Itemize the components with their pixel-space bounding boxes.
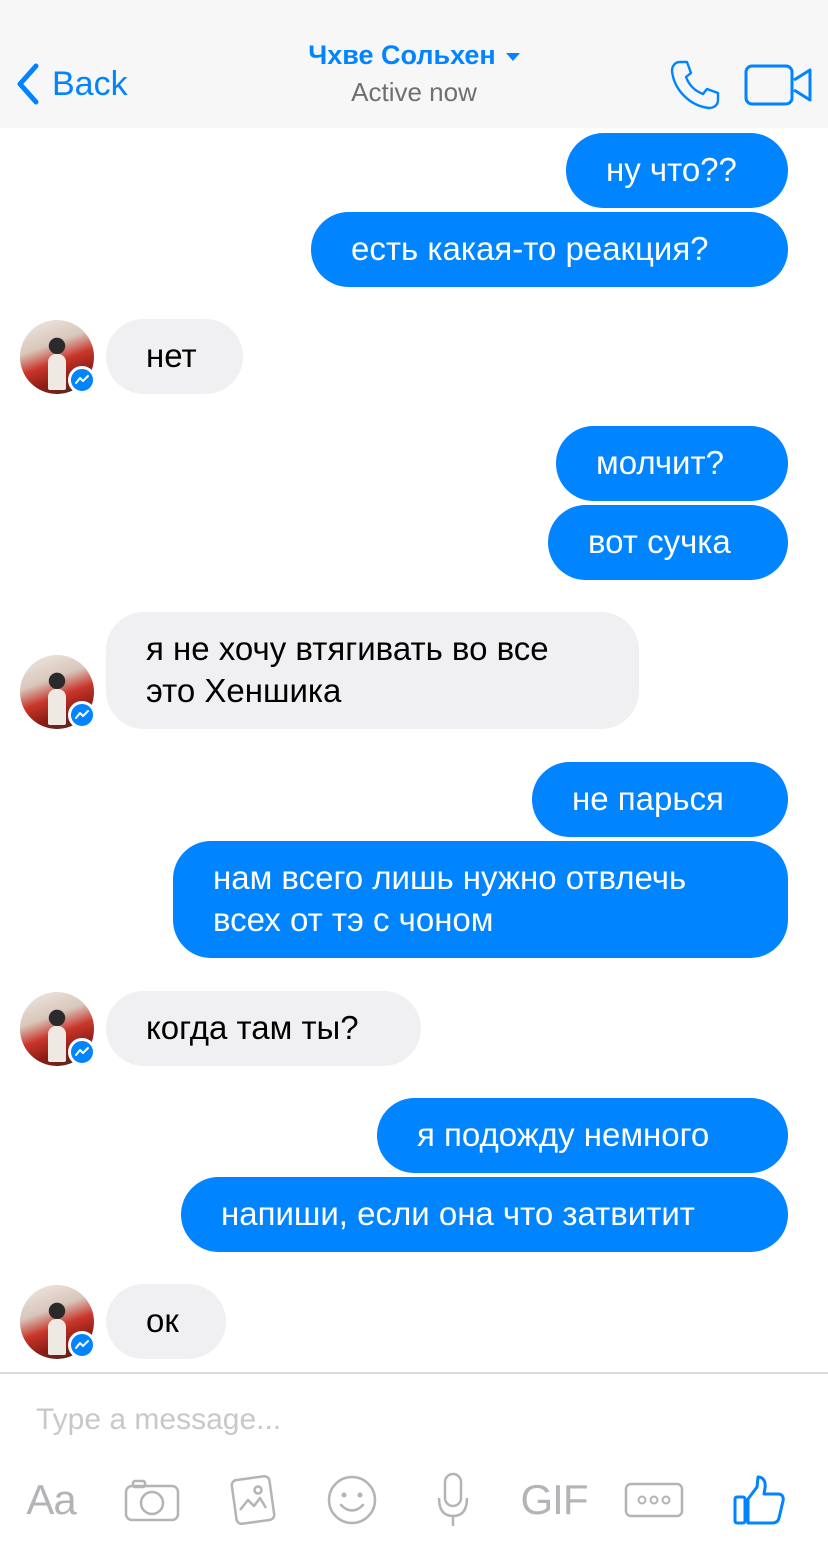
gallery-icon [230, 1474, 276, 1526]
call-button[interactable] [668, 58, 722, 112]
message-text-line: напиши, если она что затвитит [221, 1195, 695, 1232]
message-text-line: не парься [572, 780, 724, 817]
emoji-button[interactable] [326, 1470, 378, 1530]
outgoing-message[interactable]: не парься [532, 762, 788, 837]
messenger-badge-icon [68, 366, 96, 394]
messenger-badge-icon [68, 701, 96, 729]
incoming-message[interactable]: я не хочу втягивать во все это Хеншика [106, 612, 639, 729]
like-button[interactable] [732, 1470, 786, 1530]
message-text-line: нет [146, 337, 197, 374]
video-camera-icon [744, 64, 812, 106]
contact-avatar[interactable] [20, 655, 96, 729]
outgoing-message[interactable]: напиши, если она что затвитит [181, 1177, 788, 1252]
camera-icon [124, 1479, 180, 1522]
gif-button[interactable]: GIF [518, 1470, 590, 1530]
video-call-button[interactable] [744, 64, 814, 106]
phone-icon [670, 60, 720, 110]
active-status: Active now [351, 77, 477, 107]
caret-down-icon [505, 52, 520, 61]
more-button[interactable] [624, 1470, 684, 1530]
microphone-button[interactable] [436, 1470, 470, 1530]
incoming-message[interactable]: нет [106, 319, 243, 394]
incoming-message[interactable]: ок [106, 1284, 226, 1359]
message-input[interactable] [36, 1398, 796, 1442]
message-text-line: вот сучка [588, 523, 731, 560]
composer-divider [0, 1372, 828, 1374]
message-text-line: ок [146, 1302, 179, 1339]
message-text-line: когда там ты? [146, 1009, 359, 1046]
message-text-line: это Хеншика [146, 672, 342, 709]
outgoing-message[interactable]: молчит? [556, 426, 788, 501]
emoji-icon [327, 1475, 377, 1525]
messenger-badge-icon [68, 1038, 96, 1066]
back-label: Back [52, 64, 128, 103]
contact-avatar[interactable] [20, 320, 96, 394]
incoming-message[interactable]: когда там ты? [106, 991, 421, 1066]
microphone-icon [437, 1472, 469, 1526]
message-text-line: я подожду немного [417, 1116, 710, 1153]
outgoing-message[interactable]: есть какая-то реакция? [311, 212, 788, 287]
contact-avatar[interactable] [20, 1285, 96, 1359]
message-text-line: я не хочу втягивать во все [146, 630, 549, 667]
camera-button[interactable] [124, 1470, 180, 1530]
conversation-header: Back Чхве Сольхен Active now [0, 0, 828, 128]
outgoing-message[interactable]: нам всего лишь нужно отвлечь всех от тэ с… [173, 841, 788, 958]
thumbs-up-icon [733, 1475, 785, 1525]
outgoing-message[interactable]: ну что?? [566, 133, 788, 208]
outgoing-message[interactable]: я подожду немного [377, 1098, 788, 1173]
chevron-left-icon [17, 63, 39, 105]
message-text-line: есть какая-то реакция? [351, 230, 709, 267]
message-text-line: нам всего лишь нужно отвлечь [213, 859, 687, 896]
message-text-line: всех от тэ с чоном [213, 901, 494, 938]
gif-icon: GIF [520, 1476, 589, 1523]
gallery-button[interactable] [226, 1470, 278, 1530]
contact-name: Чхве Сольхен [308, 40, 496, 70]
text-format-button[interactable]: Aa [22, 1470, 80, 1530]
message-text-line: ну что?? [606, 151, 737, 188]
outgoing-message[interactable]: вот сучка [548, 505, 788, 580]
text-format-icon: Aa [26, 1476, 76, 1523]
more-icon [624, 1482, 684, 1518]
conversation-title-area[interactable]: Чхве Сольхен Active now [214, 40, 614, 108]
messenger-badge-icon [68, 1331, 96, 1359]
message-text-line: молчит? [596, 444, 724, 481]
back-button[interactable]: Back [14, 60, 128, 108]
contact-avatar[interactable] [20, 992, 96, 1066]
